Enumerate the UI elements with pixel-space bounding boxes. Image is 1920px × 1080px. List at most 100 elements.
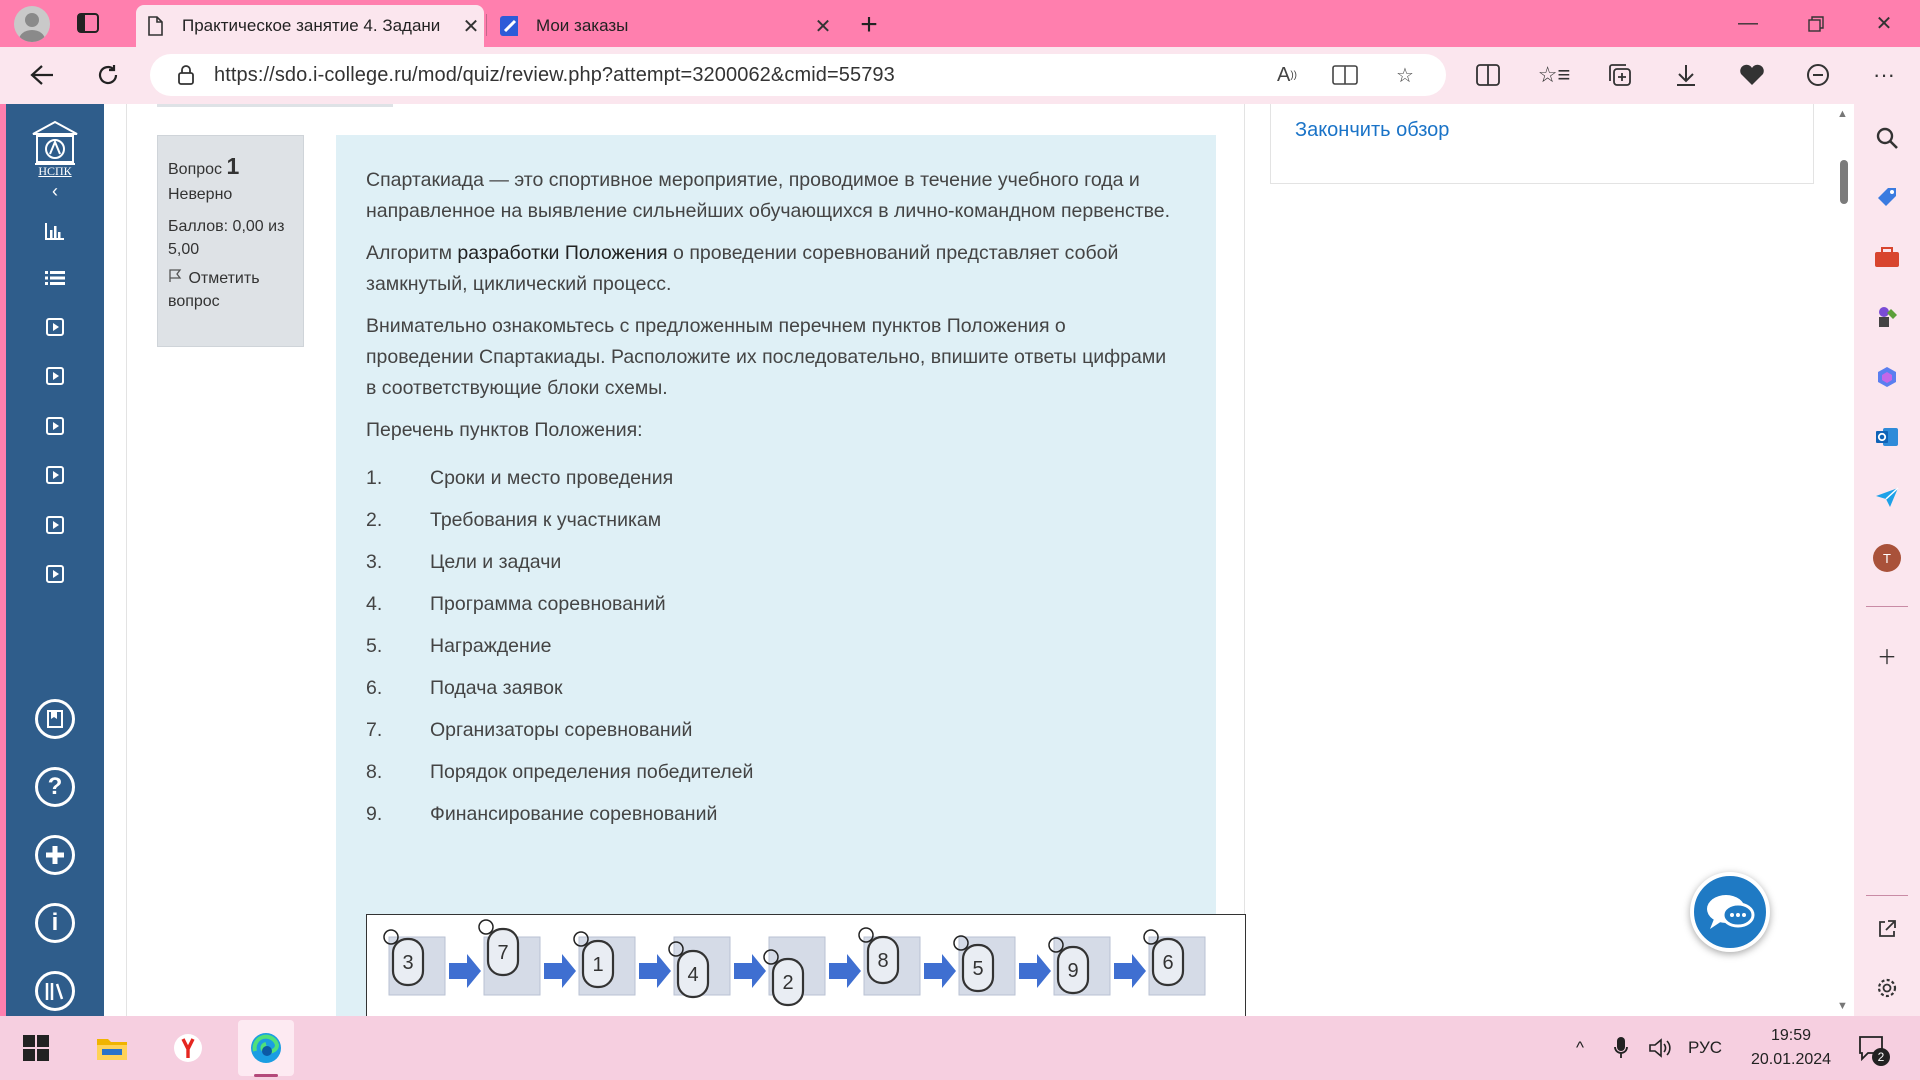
send-plane-icon[interactable] [1870, 480, 1904, 514]
section-play-icon[interactable] [43, 315, 67, 339]
question-info-box: Вопрос 1 Неверно Баллов: 0,00 из 5,00 От… [157, 135, 304, 347]
library-shelf-icon[interactable] [35, 971, 75, 1011]
notifications-icon[interactable]: 2 [1852, 1028, 1892, 1068]
search-icon[interactable] [1870, 121, 1904, 155]
minimize-button[interactable]: — [1718, 0, 1778, 47]
volume-icon[interactable] [1648, 1016, 1672, 1080]
list-item-text: Награждение [430, 634, 552, 657]
list-item-number: 2. [366, 508, 383, 531]
chat-button[interactable] [1690, 872, 1770, 952]
answer-slot-value: 4 [687, 964, 698, 986]
list-item: 8. Порядок определения победителей [366, 751, 1176, 793]
yandex-browser-icon[interactable] [168, 1028, 208, 1068]
section-play-icon[interactable] [43, 414, 67, 438]
question-content: Спартакиада — это спортивное мероприятие… [336, 135, 1246, 1016]
address-bar[interactable]: https://sdo.i-college.ru/mod/quiz/review… [150, 54, 1446, 96]
browser-tab-bar: Практическое занятие 4. Задани ✕ Мои зак… [0, 0, 1920, 47]
question-score: Баллов: 0,00 из 5,00 [168, 217, 285, 258]
lock-icon[interactable] [166, 65, 206, 85]
clock-time: 19:59 [1770, 1027, 1812, 1044]
flag-icon [168, 267, 184, 290]
taskbar-active-indicator [254, 1074, 278, 1077]
answer-slot-value: 3 [402, 952, 413, 974]
show-hidden-icons[interactable]: ^ [1576, 1016, 1584, 1080]
list-icon[interactable] [43, 266, 67, 290]
library-book-icon[interactable] [35, 699, 75, 739]
immersive-reader-icon[interactable] [1330, 60, 1360, 90]
tab-actions-icon[interactable] [76, 12, 100, 34]
microphone-icon[interactable] [1614, 1016, 1628, 1080]
finish-review-link[interactable]: Закончить обзор [1295, 119, 1449, 142]
chevron-left-icon[interactable]: ‹ [43, 179, 67, 203]
list-item: 7. Организаторы соревнований [366, 709, 1176, 751]
flag-question-link[interactable]: Отметить вопрос [168, 267, 293, 313]
info-icon[interactable]: i [35, 903, 75, 943]
add-plus-icon[interactable]: ＋ [1870, 638, 1904, 672]
answer-slot-value: 2 [782, 972, 793, 994]
outlook-icon[interactable] [1870, 420, 1904, 454]
tab-quiz[interactable]: Практическое занятие 4. Задани ✕ [136, 5, 484, 47]
help-icon[interactable]: ? [35, 767, 75, 807]
paragraph-algorithm: Алгоритм разработки Положения о проведен… [366, 238, 1176, 300]
more-menu-icon[interactable]: ··· [1866, 57, 1902, 93]
windows-start-icon[interactable] [16, 1028, 56, 1068]
list-item-text: Цели и задачи [430, 550, 562, 573]
read-aloud-icon[interactable]: A)) [1272, 60, 1302, 90]
system-clock[interactable]: 19:59 20.01.2024 [1736, 1024, 1846, 1072]
page-scrollbar[interactable]: ▲ ▼ [1834, 104, 1854, 1016]
sidebar-divider [1866, 895, 1908, 896]
drag-handle-icon[interactable] [478, 919, 494, 935]
college-logo[interactable]: НСПК [31, 120, 79, 178]
close-window-button[interactable]: ✕ [1854, 0, 1914, 47]
downloads-icon[interactable] [1668, 57, 1704, 93]
shopping-tag-icon[interactable] [1870, 180, 1904, 214]
text-span: Алгоритм [366, 242, 458, 264]
browser-essentials-icon[interactable] [1734, 57, 1770, 93]
tools-briefcase-icon[interactable] [1870, 240, 1904, 274]
profile-avatar[interactable] [14, 6, 50, 42]
file-explorer-icon[interactable] [92, 1028, 132, 1068]
prev-section-tail [157, 104, 393, 107]
question-number: Вопрос 1 [168, 150, 293, 183]
paragraph-instructions: Внимательно ознакомьтесь с предложенным … [366, 315, 1167, 399]
list-item-text: Организаторы соревнований [430, 718, 693, 741]
list-item: 2. Требования к участникам [366, 499, 1176, 541]
close-icon[interactable]: ✕ [810, 14, 836, 39]
grades-chart-icon[interactable] [43, 219, 67, 243]
list-item-number: 8. [366, 760, 383, 783]
paragraph-list-heading: Перечень пунктов Положения: [366, 419, 643, 441]
split-screen-icon[interactable] [1470, 57, 1506, 93]
restore-button[interactable] [1786, 0, 1846, 47]
favorite-star-icon[interactable]: ☆ [1390, 60, 1420, 90]
input-language[interactable]: РУС [1688, 1016, 1722, 1080]
section-play-icon[interactable] [43, 513, 67, 537]
scheme-diagram: 3 7 1 4 2 8 5 9 6 [383, 919, 1206, 1007]
gear-icon[interactable] [1870, 971, 1904, 1005]
paragraph-intro: Спартакиада — это спортивное мероприятие… [366, 169, 1171, 222]
back-button[interactable] [22, 55, 62, 95]
external-link-icon[interactable] [1870, 912, 1904, 946]
add-plus-icon[interactable] [35, 835, 75, 875]
favorites-icon[interactable]: ☆≡ [1536, 57, 1572, 93]
close-icon[interactable]: ✕ [458, 14, 484, 39]
question-status: Неверно [168, 186, 233, 204]
tab-orders[interactable]: Мои заказы ✕ [490, 5, 836, 47]
question-number-value: 1 [226, 153, 240, 179]
new-tab-button[interactable]: + [852, 8, 886, 42]
scroll-up-arrow[interactable]: ▲ [1837, 108, 1848, 120]
scrollbar-thumb[interactable] [1840, 160, 1848, 204]
refresh-button[interactable] [88, 55, 128, 95]
tab-divider [486, 14, 487, 36]
scroll-down-arrow[interactable]: ▼ [1837, 1000, 1848, 1012]
games-icon[interactable] [1870, 300, 1904, 334]
profile-t-icon[interactable]: T [1870, 541, 1904, 575]
section-play-icon[interactable] [43, 562, 67, 586]
edge-browser-icon[interactable] [246, 1028, 286, 1068]
logo-text: НСПК [38, 164, 72, 178]
section-play-icon[interactable] [43, 364, 67, 388]
copilot-icon[interactable] [1800, 57, 1836, 93]
section-play-icon[interactable] [43, 463, 67, 487]
chat-bubbles-icon [1707, 895, 1755, 929]
collections-icon[interactable] [1602, 57, 1638, 93]
microsoft-365-icon[interactable] [1870, 360, 1904, 394]
